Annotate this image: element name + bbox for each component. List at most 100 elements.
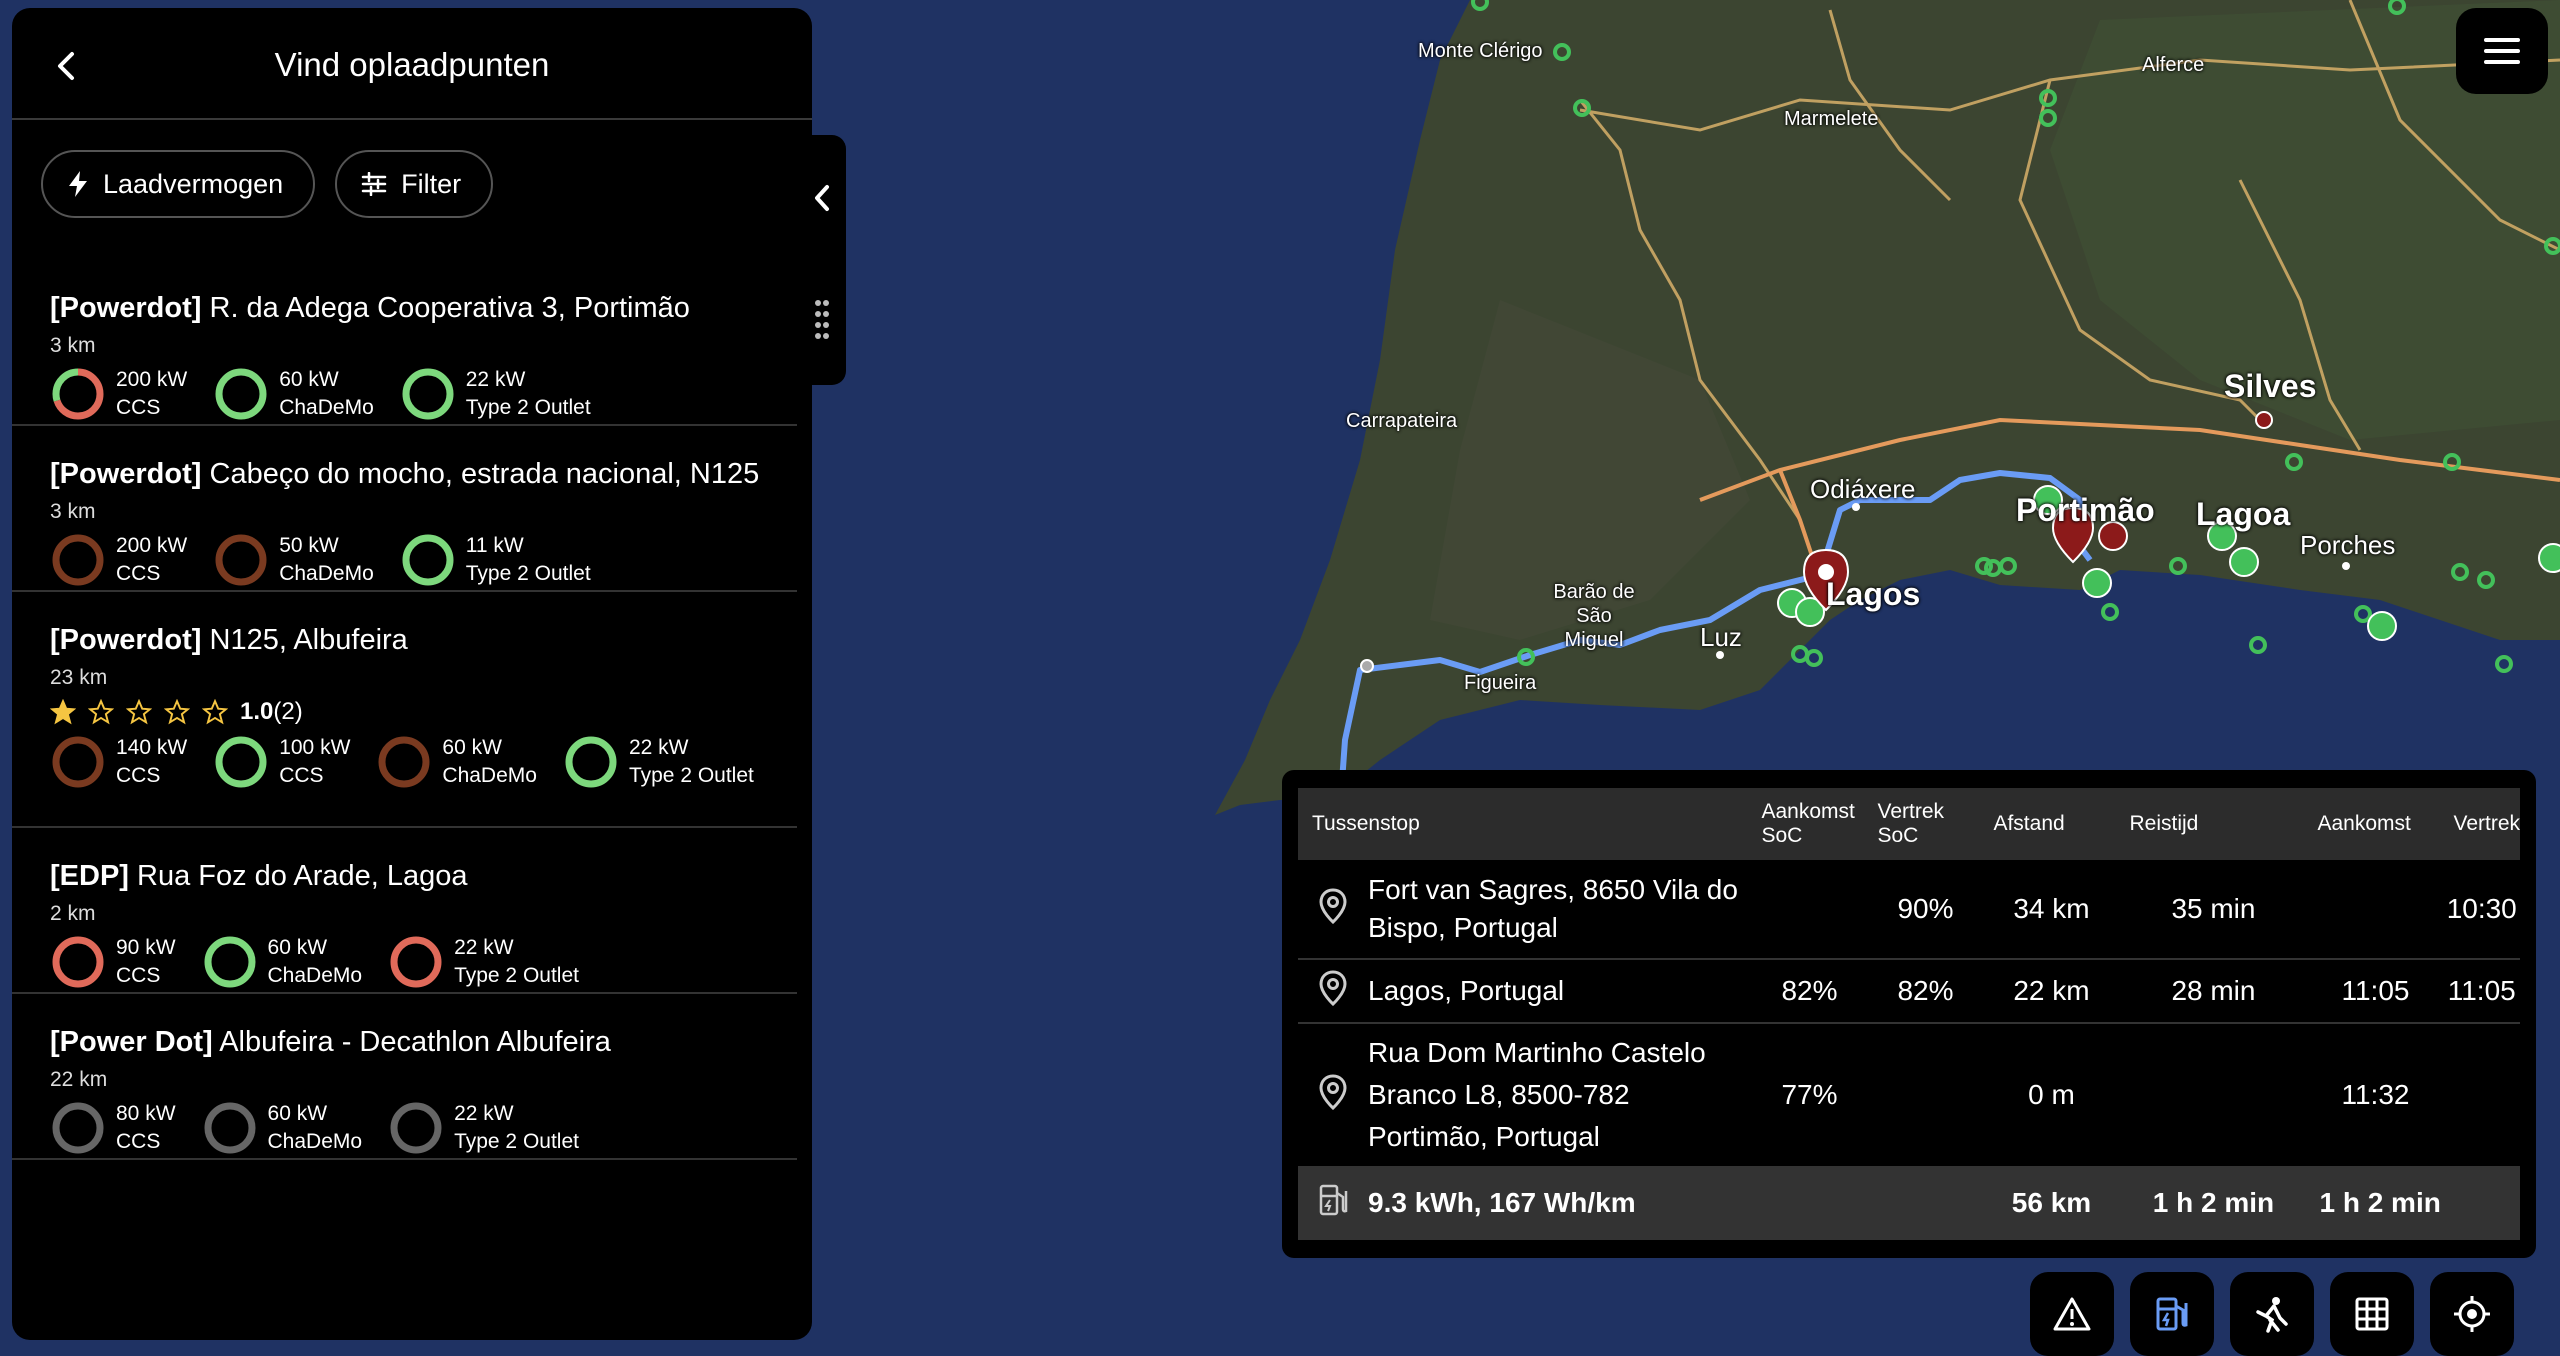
connector-type: CCS — [116, 1130, 161, 1153]
location-pin-icon — [1319, 1073, 1347, 1110]
station-title: [Power Dot] Albufeira - Decathlon Albufe… — [50, 1024, 797, 1060]
map-label-marmelete: Marmelete — [1784, 108, 1879, 130]
star-outline-icon — [164, 699, 190, 725]
station-network: [Powerdot] — [50, 624, 202, 656]
connector: 200 kW CCS — [50, 532, 187, 588]
route-summary-panel: Tussenstop Aankomst SoC Vertrek SoC Afst… — [1282, 770, 2536, 1258]
travel-time: 28 min — [2119, 959, 2308, 1024]
connector-type: ChaDeMo — [267, 1130, 363, 1153]
map-label-barao-de-sao-miguel: Barão de São Miguel — [1553, 581, 1635, 651]
panel-collapse-tab[interactable] — [798, 135, 846, 385]
availability-ring-icon — [390, 1102, 442, 1154]
col-departure-soc: Vertrek SoC — [1867, 788, 1984, 860]
rating-count: (2) — [273, 698, 303, 725]
route-total-row: 9.3 kWh, 167 Wh/km 56 km 1 h 2 min 1 h 2… — [1298, 1167, 2520, 1240]
connector-type: ChaDeMo — [279, 396, 374, 419]
connector-power: 80 kW — [116, 1102, 176, 1125]
connector-power: 200 kW — [116, 368, 188, 391]
menu-button[interactable] — [2456, 8, 2548, 94]
map-label-lagos: Lagos — [1826, 576, 1921, 612]
station-title: [EDP] Rua Foz do Arade, Lagoa — [50, 858, 797, 894]
availability-ring-icon — [52, 936, 104, 988]
connector: 22 kW Type 2 Outlet — [563, 734, 754, 790]
connector-type: CCS — [116, 562, 161, 585]
station-card[interactable]: [EDP] Rua Foz do Arade, Lagoa 2 km 90 kW CC… — [12, 828, 797, 994]
col-arrival: Aankomst — [2307, 788, 2444, 860]
connector-type: CCS — [116, 964, 161, 987]
connector: 22 kW Type 2 Outlet — [388, 934, 579, 990]
roadworks-button[interactable] — [2230, 1272, 2314, 1356]
station-title: [Powerdot] R. da Adega Cooperativa 3, Po… — [50, 290, 797, 326]
station-network: [Powerdot] — [50, 292, 202, 324]
departure-soc — [1867, 1023, 1984, 1168]
map-label-figueira: Figueira — [1464, 672, 1537, 694]
connector-list: 200 kW CCS 60 kW ChaDeMo 22 kW Type 2 Outlet — [50, 366, 797, 422]
station-card[interactable]: [Powerdot] R. da Adega Cooperativa 3, Po… — [12, 260, 797, 426]
departure-time: 11:05 — [2443, 959, 2520, 1024]
chevron-left-icon[interactable] — [812, 183, 832, 213]
connector-power: 50 kW — [279, 534, 339, 557]
station-distance: 22 km — [50, 1068, 108, 1091]
station-distance: 23 km — [50, 666, 108, 689]
arrival-soc — [1751, 860, 1868, 960]
chargers-toggle-button[interactable] — [2130, 1272, 2214, 1356]
connector-type: CCS — [116, 764, 161, 787]
arrival-soc: 82% — [1751, 959, 1868, 1024]
connector-type: ChaDeMo — [442, 764, 537, 787]
availability-ring-icon — [52, 736, 104, 788]
connector-type: Type 2 Outlet — [454, 964, 579, 987]
grid-icon — [2355, 1297, 2389, 1331]
map-label-carrapateira: Carrapateira — [1346, 410, 1458, 432]
total-distance: 56 km — [1983, 1167, 2120, 1240]
station-address: Cabeço do mocho, estrada nacional, N125 — [209, 458, 760, 490]
availability-ring-icon — [378, 736, 430, 788]
connector: 140 kW CCS — [50, 734, 187, 790]
connector-list: 90 kW CCS 60 kW ChaDeMo 22 kW Type 2 Outlet — [50, 934, 797, 990]
availability-ring-icon — [215, 736, 267, 788]
connector-type: CCS — [116, 396, 161, 419]
connector-list: 200 kW CCS 50 kW ChaDeMo 11 kW Type 2 Outlet — [50, 532, 797, 588]
availability-ring-icon — [204, 1102, 256, 1154]
warnings-button[interactable] — [2030, 1272, 2114, 1356]
availability-ring-icon — [204, 936, 256, 988]
availability-ring-icon — [52, 1102, 104, 1154]
connector-power: 22 kW — [628, 736, 689, 759]
station-network: [Powerdot] — [50, 458, 202, 490]
connector: 50 kW ChaDeMo — [213, 532, 374, 588]
connector-power: 22 kW — [465, 368, 526, 391]
station-card[interactable]: [Powerdot] Cabeço do mocho, estrada naci… — [12, 426, 797, 592]
availability-ring-icon — [402, 534, 454, 586]
panel-header: Vind oplaadpunten — [12, 8, 812, 120]
availability-ring-icon — [52, 368, 104, 420]
availability-ring-icon — [390, 936, 442, 988]
arrival-time: 11:32 — [2307, 1023, 2444, 1168]
route-stop-row[interactable]: Fort van Sagres, 8650 Vila do Bispo, Por… — [1298, 860, 2520, 960]
route-stop-row[interactable]: Lagos, Portugal 82% 82% 22 km 28 min 11:… — [1298, 959, 2520, 1024]
route-table: Tussenstop Aankomst SoC Vertrek SoC Afst… — [1298, 788, 2520, 1240]
station-distance: 2 km — [50, 902, 96, 925]
drag-handle-icon[interactable] — [814, 299, 830, 343]
total-travel-time: 1 h 2 min — [2119, 1167, 2308, 1240]
charging-finder-panel: Vind oplaadpunten Laadvermogen Filter [P… — [12, 8, 812, 1340]
travel-time — [2119, 1023, 2308, 1168]
power-filter-chip[interactable]: Laadvermogen — [41, 150, 316, 218]
filter-chip[interactable]: Filter — [335, 150, 494, 218]
charger-icon — [2156, 1297, 2188, 1331]
grid-view-button[interactable] — [2330, 1272, 2414, 1356]
connector-power: 22 kW — [454, 1102, 514, 1125]
location-pin-icon — [1319, 887, 1347, 924]
station-card[interactable]: [Powerdot] N125, Albufeira 23 km 1.0(2) 140… — [12, 592, 797, 828]
station-address: N125, Albufeira — [209, 624, 408, 656]
connector-power: 90 kW — [116, 936, 176, 959]
connector-type: CCS — [279, 764, 324, 787]
availability-ring-icon — [215, 368, 267, 420]
warning-icon — [2053, 1297, 2091, 1331]
map-label-alferce: Alferce — [2142, 54, 2205, 76]
my-location-button[interactable] — [2430, 1272, 2514, 1356]
connector: 100 kW CCS — [213, 734, 350, 790]
location-pin-icon — [1319, 969, 1347, 1006]
station-card[interactable]: [Power Dot] Albufeira - Decathlon Albufe… — [12, 994, 797, 1160]
connector: 60 kW ChaDeMo — [202, 934, 363, 990]
route-stop-row[interactable]: Rua Dom Martinho Castelo Branco L8, 8500… — [1298, 1023, 2520, 1168]
connector-type: ChaDeMo — [267, 964, 363, 987]
